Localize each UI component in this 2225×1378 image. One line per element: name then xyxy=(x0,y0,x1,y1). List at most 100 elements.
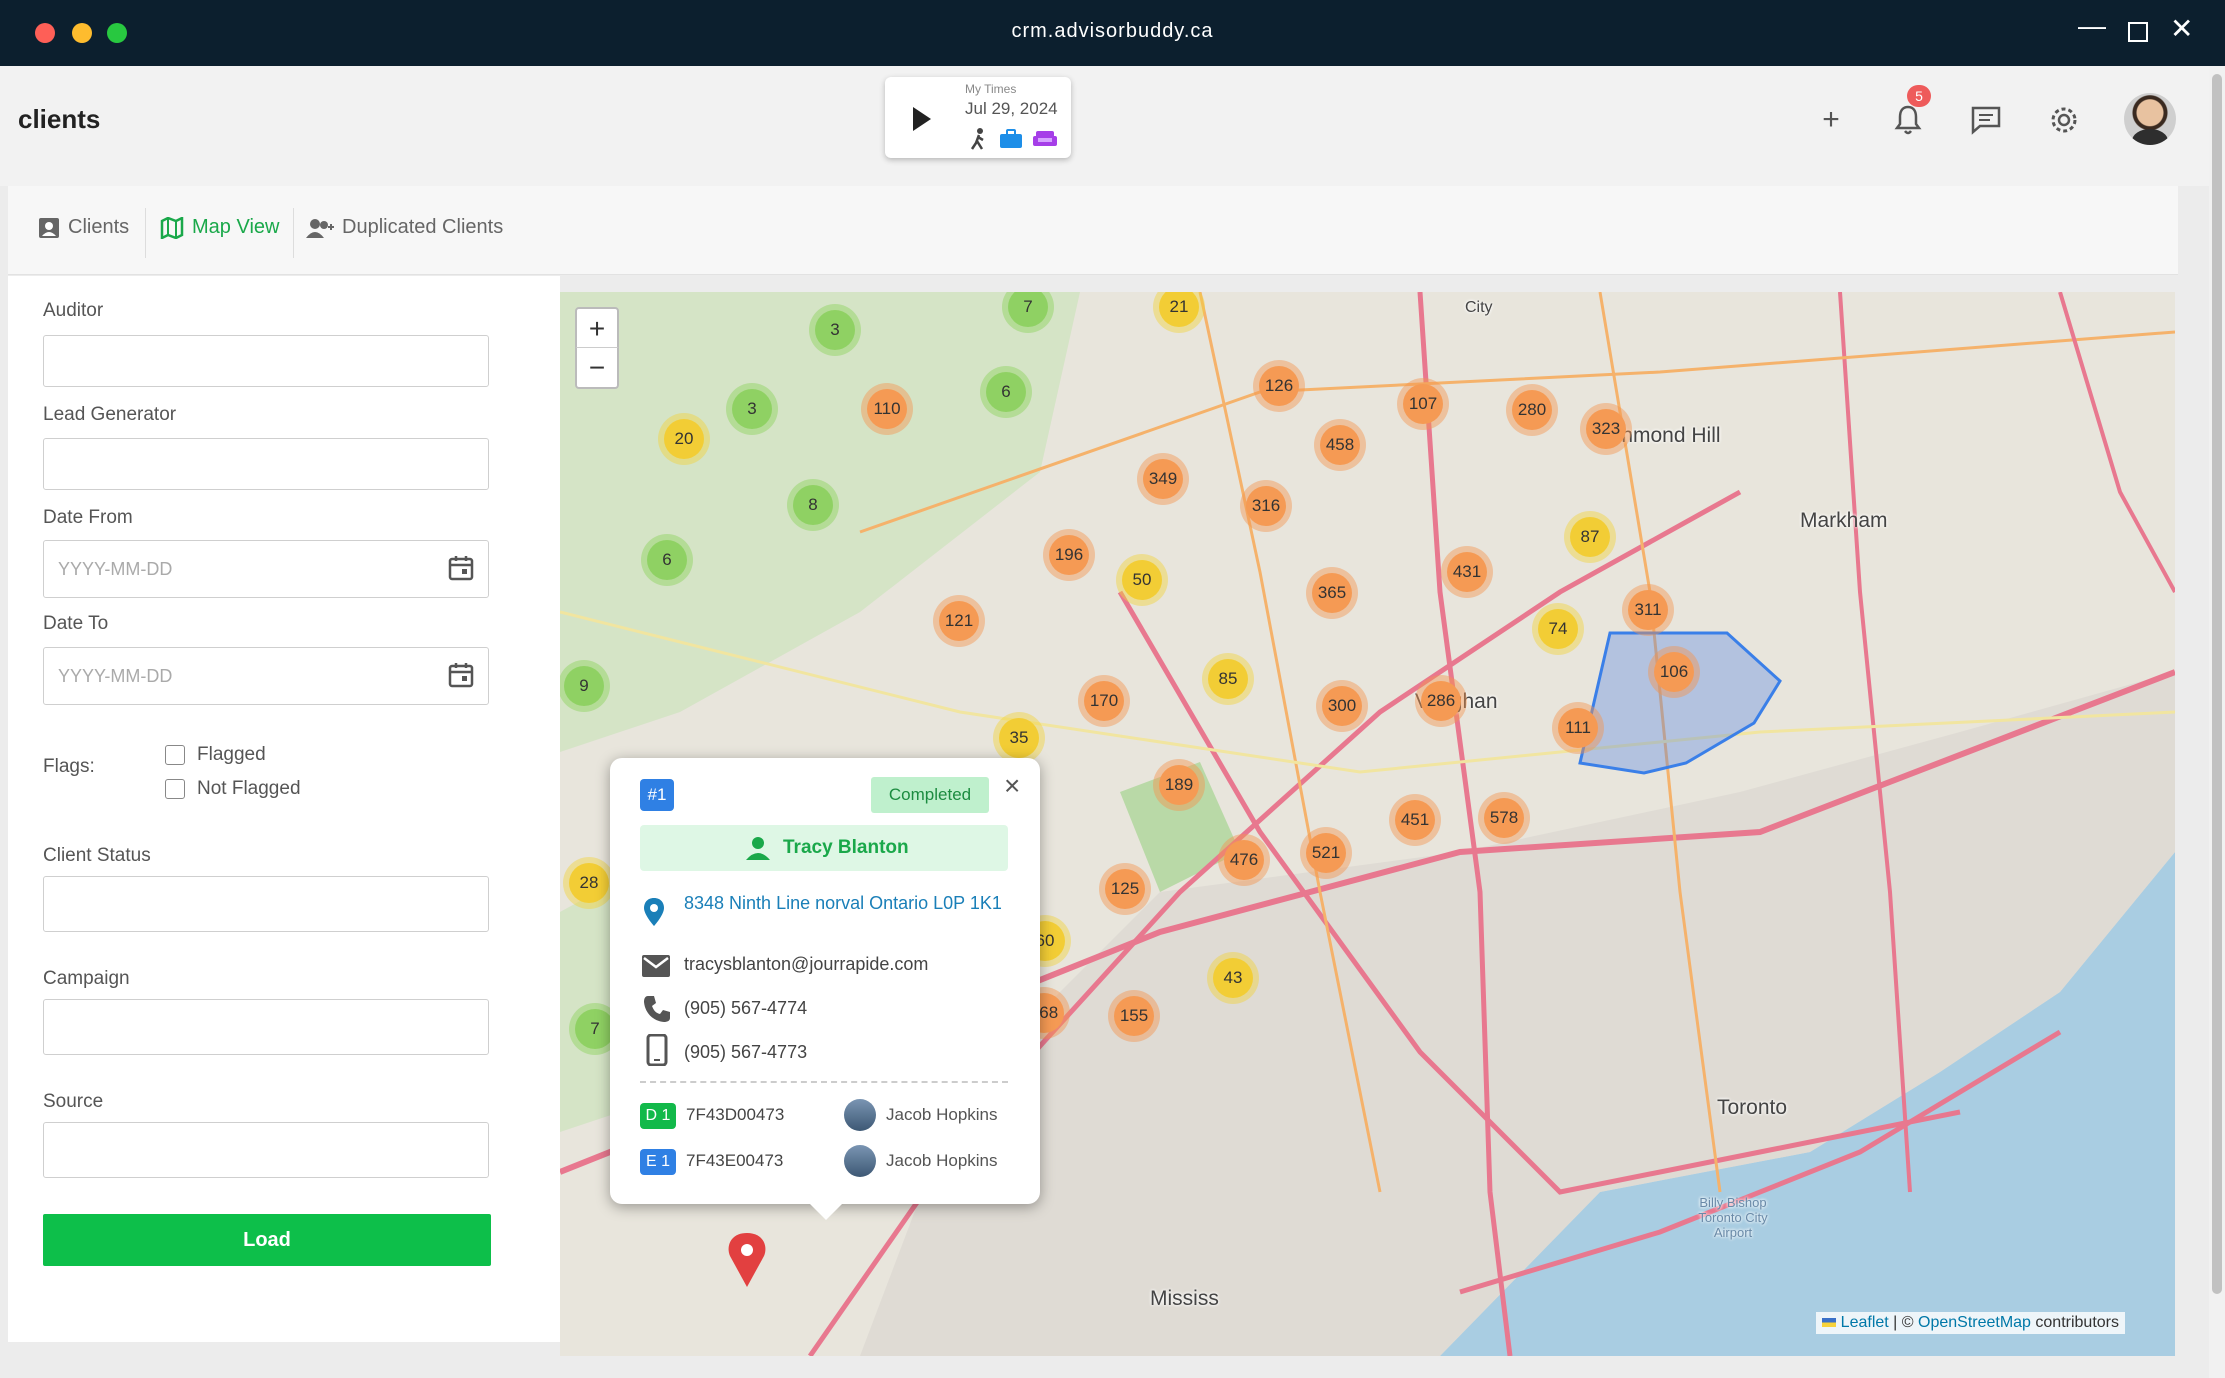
cluster-marker[interactable]: 3 xyxy=(726,383,778,435)
client-phone[interactable]: (905) 567-4774 xyxy=(684,998,807,1019)
cluster-marker[interactable]: 6 xyxy=(641,534,693,586)
client-status-select[interactable] xyxy=(43,876,489,932)
cluster-marker[interactable]: 578 xyxy=(1478,792,1530,844)
bell-icon[interactable] xyxy=(1893,104,1923,136)
leaflet-link[interactable]: Leaflet xyxy=(1841,1314,1889,1331)
cluster-marker[interactable]: 311 xyxy=(1622,584,1674,636)
auditor-input[interactable] xyxy=(43,335,489,387)
ukraine-flag-icon xyxy=(1822,1318,1837,1327)
cluster-marker[interactable]: 431 xyxy=(1441,546,1493,598)
cluster-marker[interactable]: 280 xyxy=(1506,384,1558,436)
cluster-count: 451 xyxy=(1395,800,1435,840)
popup-close-icon[interactable]: × xyxy=(1004,770,1020,802)
flags-label: Flags: xyxy=(43,756,95,777)
assignment-agent-e: Jacob Hopkins xyxy=(886,1151,998,1170)
cluster-marker[interactable]: 74 xyxy=(1532,603,1584,655)
cluster-marker[interactable]: 111 xyxy=(1552,702,1604,754)
cluster-count: 107 xyxy=(1403,384,1443,424)
cluster-marker[interactable]: 323 xyxy=(1580,403,1632,455)
cluster-marker[interactable]: 35 xyxy=(993,712,1045,764)
users-plus-icon xyxy=(306,218,334,238)
close-icon[interactable]: ✕ xyxy=(2170,12,2193,45)
cluster-marker[interactable]: 50 xyxy=(1116,554,1168,606)
cluster-marker[interactable]: 300 xyxy=(1316,680,1368,732)
cluster-marker[interactable]: 9 xyxy=(560,660,610,712)
cluster-marker[interactable]: 170 xyxy=(1078,675,1130,727)
cluster-marker[interactable]: 20 xyxy=(658,413,710,465)
client-address[interactable]: 8348 Ninth Line norval Ontario L0P 1K1 xyxy=(684,891,1004,915)
person-icon xyxy=(746,837,770,860)
not-flagged-checkbox[interactable] xyxy=(165,779,185,799)
zoom-out-button[interactable]: − xyxy=(575,347,619,389)
load-button[interactable]: Load xyxy=(43,1214,491,1266)
cluster-marker[interactable]: 349 xyxy=(1137,453,1189,505)
tab-duplicated-clients[interactable]: Duplicated Clients xyxy=(306,216,503,239)
maximize-icon[interactable] xyxy=(2128,22,2148,42)
cluster-marker[interactable]: 121 xyxy=(933,595,985,647)
play-icon[interactable] xyxy=(913,107,931,131)
tab-clients[interactable]: Clients xyxy=(38,216,129,239)
source-select[interactable] xyxy=(43,1122,489,1178)
calendar-icon[interactable] xyxy=(448,555,474,581)
cluster-count: 125 xyxy=(1105,869,1145,909)
tab-divider xyxy=(145,208,146,258)
time-tracker-widget[interactable]: My Times Jul 29, 2024 xyxy=(885,77,1071,158)
cluster-marker[interactable]: 106 xyxy=(1648,646,1700,698)
user-avatar[interactable] xyxy=(2124,93,2176,145)
cluster-marker[interactable]: 126 xyxy=(1253,360,1305,412)
cluster-count: 323 xyxy=(1586,409,1626,449)
location-pin-icon xyxy=(644,898,664,926)
cluster-marker[interactable]: 316 xyxy=(1240,480,1292,532)
calendar-icon[interactable] xyxy=(448,662,474,688)
sofa-icon xyxy=(1033,131,1057,146)
cluster-count: 126 xyxy=(1259,366,1299,406)
campaign-select[interactable] xyxy=(43,999,489,1055)
cluster-marker[interactable]: 458 xyxy=(1314,419,1366,471)
cluster-marker[interactable]: 189 xyxy=(1153,759,1205,811)
client-mobile[interactable]: (905) 567-4773 xyxy=(684,1042,807,1063)
flagged-checkbox[interactable] xyxy=(165,745,185,765)
cluster-count: 458 xyxy=(1320,425,1360,465)
date-from-input[interactable]: YYYY-MM-DD xyxy=(43,540,489,598)
source-label: Source xyxy=(43,1091,104,1112)
lead-generator-input[interactable] xyxy=(43,438,489,490)
cluster-marker[interactable]: 87 xyxy=(1564,511,1616,563)
cluster-marker[interactable]: 196 xyxy=(1043,529,1095,581)
cluster-marker[interactable]: 365 xyxy=(1306,567,1358,619)
scrollbar-thumb[interactable] xyxy=(2212,74,2222,1294)
cluster-marker[interactable]: 43 xyxy=(1207,952,1259,1004)
cluster-marker[interactable]: 6 xyxy=(980,366,1032,418)
cluster-marker[interactable]: 8 xyxy=(787,479,839,531)
tab-map-view[interactable]: Map View xyxy=(160,216,279,239)
cluster-marker[interactable]: 476 xyxy=(1218,834,1270,886)
cluster-marker[interactable]: 451 xyxy=(1389,794,1441,846)
date-to-input[interactable]: YYYY-MM-DD xyxy=(43,647,489,705)
chat-icon[interactable] xyxy=(1970,105,2002,135)
cluster-marker[interactable]: 107 xyxy=(1397,378,1449,430)
client-name-bar[interactable]: Tracy Blanton xyxy=(640,825,1008,871)
cluster-marker[interactable]: 110 xyxy=(861,383,913,435)
cluster-count: 3 xyxy=(815,310,855,350)
map-label-mississauga: Mississ xyxy=(1150,1287,1219,1310)
cluster-marker[interactable]: 286 xyxy=(1415,675,1467,727)
client-popup: #1 Completed × Tracy Blanton 8348 Ninth … xyxy=(610,758,1040,1220)
osm-link[interactable]: OpenStreetMap xyxy=(1918,1314,2031,1331)
gear-icon[interactable] xyxy=(2048,104,2080,136)
cluster-count: 189 xyxy=(1159,765,1199,805)
cluster-marker[interactable]: 125 xyxy=(1099,863,1151,915)
cluster-marker[interactable]: 155 xyxy=(1108,990,1160,1042)
cluster-marker[interactable]: 521 xyxy=(1300,827,1352,879)
cluster-marker[interactable]: 28 xyxy=(563,857,615,909)
cluster-count: 280 xyxy=(1512,390,1552,430)
auditor-label: Auditor xyxy=(43,300,104,321)
zoom-in-button[interactable]: + xyxy=(575,307,619,349)
client-email[interactable]: tracysblanton@jourrapide.com xyxy=(684,954,928,975)
email-icon xyxy=(642,955,670,977)
cluster-marker[interactable]: 85 xyxy=(1202,653,1254,705)
cluster-marker[interactable]: 3 xyxy=(809,304,861,356)
assignment-badge-d: D 1 xyxy=(640,1103,676,1129)
add-icon[interactable]: + xyxy=(1813,102,1849,138)
minimize-icon[interactable]: — xyxy=(2078,10,2106,42)
popup-divider xyxy=(640,1081,1008,1083)
lead-generator-label: Lead Generator xyxy=(43,404,177,425)
